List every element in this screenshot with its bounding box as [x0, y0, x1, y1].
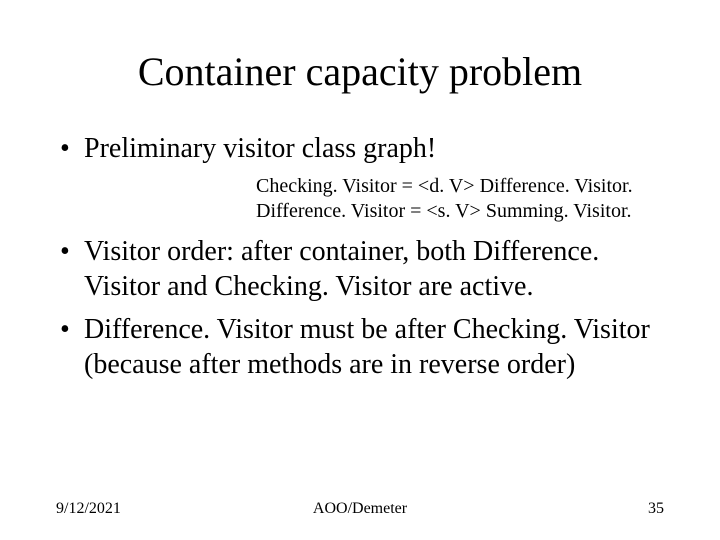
footer: 9/12/2021 AOO/Demeter 35 — [56, 500, 664, 518]
bullet-item: Preliminary visitor class graph! — [56, 131, 664, 166]
bullet-list: Preliminary visitor class graph! — [56, 131, 664, 166]
code-line: Difference. Visitor = <s. V> Summing. Vi… — [256, 199, 664, 224]
bullet-item: Visitor order: after container, both Dif… — [56, 234, 664, 304]
code-block: Checking. Visitor = <d. V> Difference. V… — [256, 174, 664, 224]
bullet-list: Visitor order: after container, both Dif… — [56, 234, 664, 382]
slide: Container capacity problem Preliminary v… — [0, 0, 720, 540]
footer-center: AOO/Demeter — [56, 500, 664, 518]
bullet-item: Difference. Visitor must be after Checki… — [56, 312, 664, 382]
code-line: Checking. Visitor = <d. V> Difference. V… — [256, 174, 664, 199]
slide-title: Container capacity problem — [56, 48, 664, 95]
